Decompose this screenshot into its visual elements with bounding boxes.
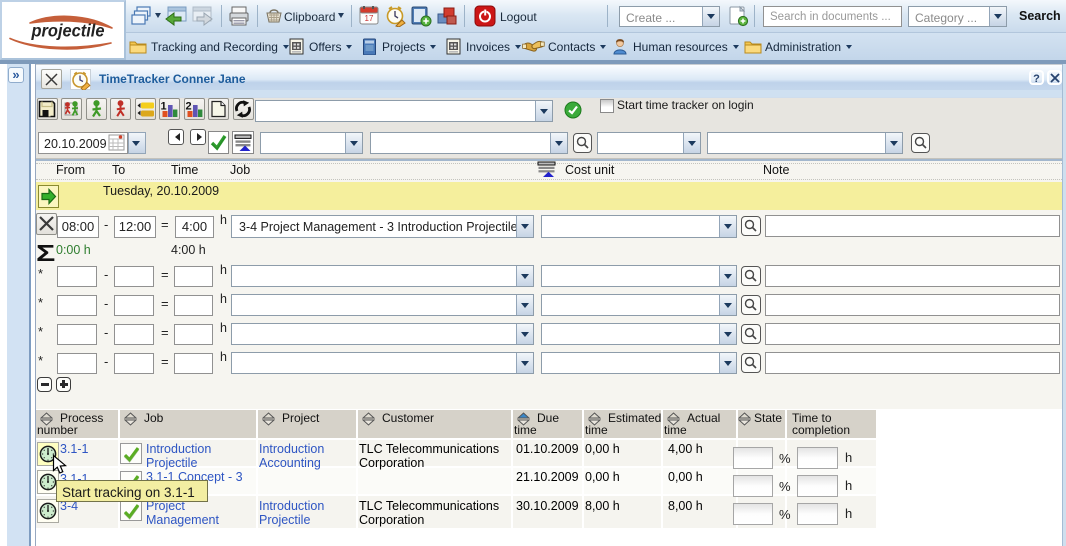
svg-text:projectile: projectile: [31, 21, 105, 41]
svg-text:17: 17: [365, 14, 374, 23]
svg-text:1: 1: [161, 101, 167, 113]
svg-text:2: 2: [186, 101, 192, 113]
